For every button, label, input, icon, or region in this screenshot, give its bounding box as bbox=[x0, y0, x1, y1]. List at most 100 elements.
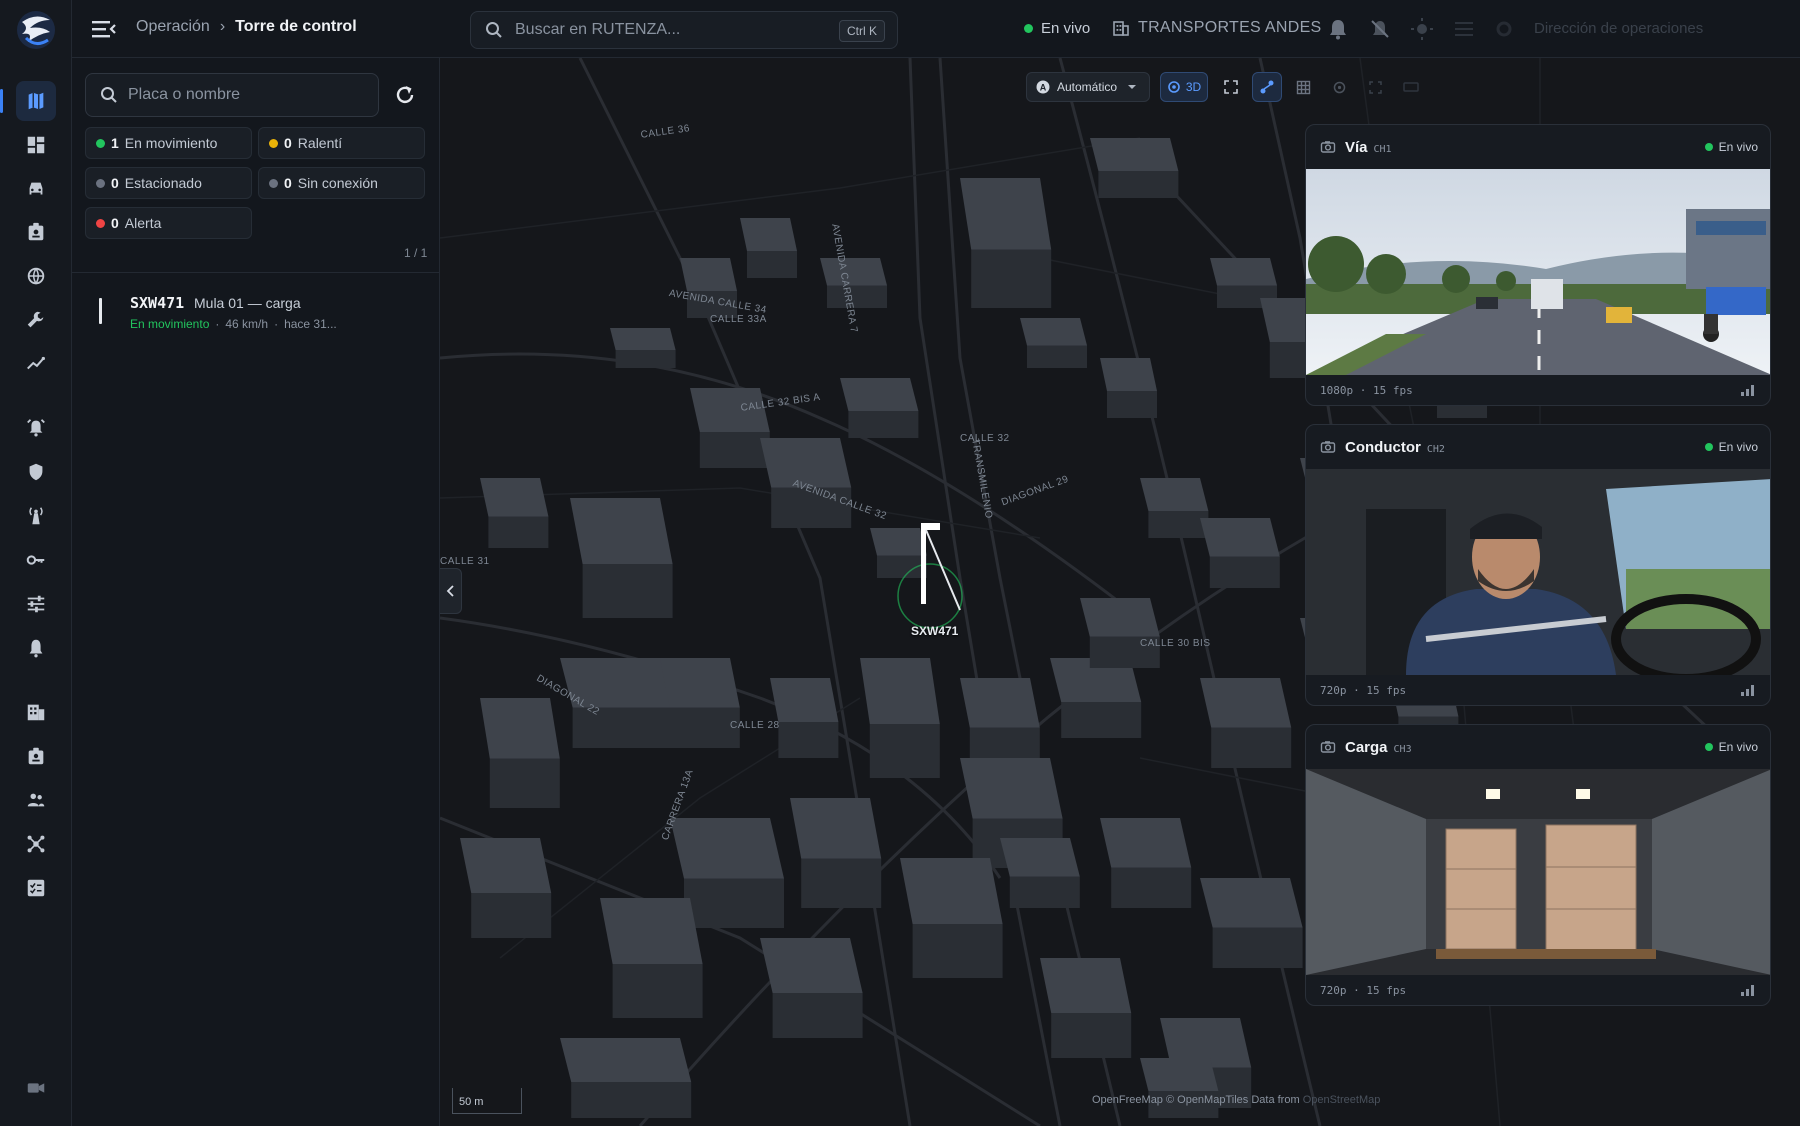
rail-item-building[interactable] bbox=[16, 692, 56, 732]
building-roof bbox=[1100, 818, 1192, 868]
rail-item-dashboard[interactable] bbox=[16, 125, 56, 165]
theme-sun-icon[interactable] bbox=[1410, 17, 1434, 41]
building-icon bbox=[1113, 21, 1129, 36]
status-filter-chip[interactable]: 0 Estacionado bbox=[85, 167, 252, 199]
locate-button[interactable] bbox=[1324, 72, 1354, 102]
rail-item-car[interactable] bbox=[16, 169, 56, 209]
camera-stream-meta: 1080p · 15 fps bbox=[1320, 384, 1413, 397]
vehicle-search-input[interactable] bbox=[128, 86, 358, 104]
building-roof bbox=[760, 438, 852, 488]
focus-button[interactable] bbox=[1360, 72, 1390, 102]
fullscreen-icon bbox=[1224, 80, 1238, 94]
vehicle-meta: En movimiento · 46 km/h · hace 31... bbox=[130, 317, 337, 331]
global-search-input[interactable] bbox=[515, 21, 815, 39]
status-count: 0 bbox=[111, 215, 119, 231]
building-wall bbox=[778, 722, 839, 758]
user-role-label[interactable]: Dirección de operaciones bbox=[1534, 20, 1703, 37]
settings-icon[interactable] bbox=[1492, 17, 1516, 41]
rail-item-network[interactable] bbox=[16, 824, 56, 864]
building-roof bbox=[1080, 598, 1160, 637]
attribution-osm-link[interactable]: OpenStreetMap bbox=[1303, 1094, 1381, 1106]
rail-item-alarm[interactable] bbox=[16, 408, 56, 448]
camera-video-feed[interactable] bbox=[1306, 769, 1771, 975]
breadcrumb-parent[interactable]: Operación bbox=[136, 18, 210, 36]
building-roof bbox=[460, 838, 552, 893]
rail-item-key[interactable] bbox=[16, 540, 56, 580]
app-logo[interactable] bbox=[12, 8, 60, 52]
dashboard-icon bbox=[27, 136, 45, 154]
collapse-panel-button[interactable] bbox=[440, 568, 462, 614]
building-roof bbox=[1200, 878, 1303, 928]
company-name: TRANSPORTES ANDES bbox=[1138, 19, 1322, 36]
street-label: CALLE 30 BIS bbox=[1140, 638, 1211, 649]
rail-item-map[interactable] bbox=[0, 81, 56, 121]
vehicle-map-label[interactable]: SXW471 bbox=[911, 624, 958, 638]
status-label: Sin conexión bbox=[297, 175, 378, 191]
status-filter-chip[interactable]: 0 Sin conexión bbox=[258, 167, 425, 199]
building-roof bbox=[790, 798, 882, 859]
rail-item-analytics[interactable] bbox=[16, 344, 56, 384]
building-wall bbox=[827, 285, 887, 308]
grid-toggle[interactable] bbox=[1288, 72, 1318, 102]
global-search[interactable]: Ctrl K bbox=[470, 11, 898, 49]
building-roof bbox=[900, 858, 1003, 924]
camera-status: En vivo bbox=[1704, 740, 1758, 754]
rail-item-wrench[interactable] bbox=[16, 300, 56, 340]
attribution-text[interactable]: OpenFreeMap © OpenMapTiles Data from bbox=[1092, 1094, 1300, 1106]
rail-item-checklist[interactable] bbox=[16, 868, 56, 908]
camera-card-ch2[interactable]: Conductor CH2 En vivo 720p · 15 fps bbox=[1305, 424, 1771, 706]
status-label: Ralentí bbox=[297, 135, 343, 151]
mute-alerts-icon[interactable] bbox=[1368, 17, 1392, 41]
camera-status: En vivo bbox=[1704, 440, 1758, 454]
building-wall bbox=[582, 564, 673, 618]
notifications-bell-icon[interactable] bbox=[1326, 17, 1350, 41]
rail-item-bell[interactable] bbox=[16, 628, 56, 668]
vehicle-view-button[interactable] bbox=[1396, 72, 1426, 102]
status-count: 0 bbox=[284, 175, 292, 191]
view-3d-toggle[interactable]: 3D bbox=[1160, 72, 1208, 102]
rail-item-shield[interactable] bbox=[16, 452, 56, 492]
camera-video-feed[interactable] bbox=[1306, 469, 1771, 675]
fullscreen-button[interactable] bbox=[1216, 72, 1246, 102]
vehicle-list-item[interactable]: SXW471 Mula 01 — carga En movimiento · 4… bbox=[72, 284, 440, 340]
refresh-icon[interactable] bbox=[392, 82, 418, 108]
rail-item-tower[interactable] bbox=[16, 496, 56, 536]
building-wall bbox=[772, 993, 863, 1038]
menu-toggle-icon[interactable] bbox=[90, 16, 118, 42]
camera-title-text: Vía bbox=[1345, 139, 1368, 156]
building-wall bbox=[1027, 345, 1087, 368]
building-wall bbox=[848, 411, 919, 438]
rail-item-video[interactable] bbox=[16, 1068, 56, 1108]
camera-card-ch1[interactable]: Vía CH1 En vivo 1080p · 15 fps bbox=[1305, 124, 1771, 406]
route-toggle[interactable] bbox=[1252, 72, 1282, 102]
truck-icon bbox=[1403, 82, 1419, 92]
camera-card-ch3[interactable]: Carga CH3 En vivo 720p · 15 fps bbox=[1305, 724, 1771, 1006]
wrench-icon bbox=[27, 311, 44, 328]
rail-item-badge[interactable] bbox=[16, 736, 56, 776]
building-wall bbox=[1111, 867, 1192, 908]
street-label: CALLE 32 bbox=[960, 433, 1010, 444]
signal-strength-icon bbox=[1741, 385, 1754, 396]
status-count: 1 bbox=[111, 135, 119, 151]
map-mode-select[interactable]: A Automático bbox=[1026, 72, 1150, 102]
rail-item-sliders[interactable] bbox=[16, 584, 56, 624]
building-roof bbox=[1000, 838, 1080, 877]
building-roof bbox=[960, 758, 1063, 819]
camera-video-feed[interactable] bbox=[1306, 169, 1771, 375]
status-filter-chip[interactable]: 0 Alerta bbox=[85, 207, 252, 239]
rail-item-driver-badge[interactable] bbox=[16, 212, 56, 252]
status-filter-chip[interactable]: 1 En movimiento bbox=[85, 127, 252, 159]
status-filter-chip[interactable]: 0 Ralentí bbox=[258, 127, 425, 159]
breadcrumb-separator: › bbox=[219, 18, 226, 35]
building-roof bbox=[660, 658, 740, 708]
company-selector[interactable]: TRANSPORTES ANDES bbox=[1112, 19, 1322, 37]
live-dot bbox=[1704, 743, 1713, 751]
rail-item-globe[interactable] bbox=[16, 256, 56, 296]
vehicle-search[interactable] bbox=[85, 73, 379, 117]
list-icon[interactable] bbox=[1452, 17, 1476, 41]
status-dot bbox=[269, 138, 278, 148]
building-roof bbox=[1200, 678, 1292, 728]
building-roof bbox=[610, 328, 676, 350]
map-scale-bar: 50 m bbox=[452, 1088, 522, 1114]
rail-item-users[interactable] bbox=[16, 780, 56, 820]
